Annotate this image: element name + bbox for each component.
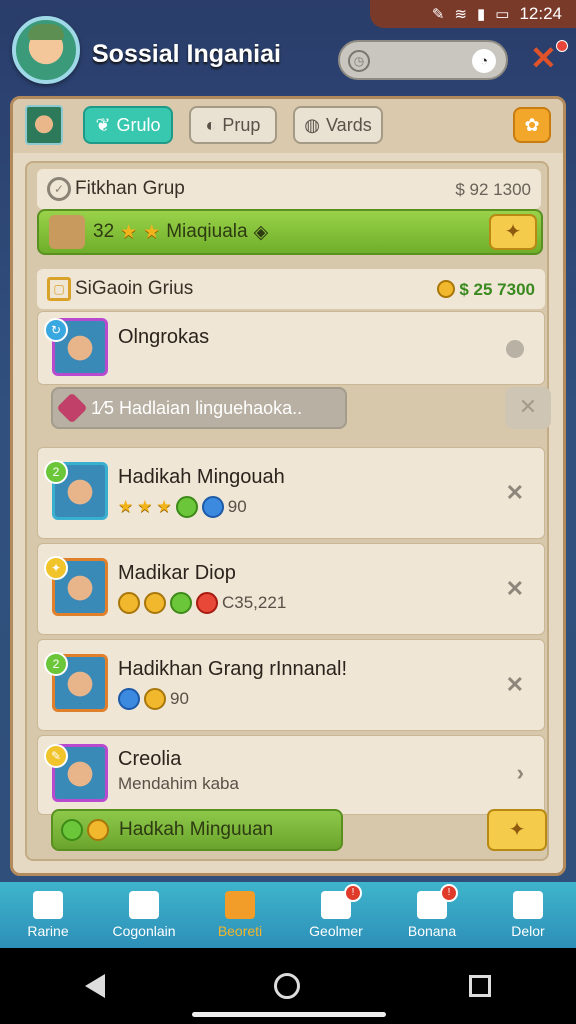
remove-icon[interactable]: ✕ — [506, 576, 524, 602]
tab-prup[interactable]: ◐ Prup — [189, 106, 277, 144]
section-header-fitkhan[interactable]: ✓ Fitkhan Grup $ 92 1300 — [37, 169, 541, 209]
user-avatar[interactable] — [25, 105, 63, 145]
globe-icon — [118, 688, 140, 710]
list-item[interactable]: ✎ Creolia Mendahim kaba › — [37, 735, 545, 815]
star-icon: ★ — [156, 497, 172, 516]
group-banner-miaqiuala[interactable]: 32 ★ ★ Miaqiuala ◈ ✦ — [37, 209, 543, 255]
dismiss-button[interactable]: ✕ — [505, 387, 551, 429]
home-icon — [33, 891, 63, 919]
nav-cogonlain[interactable]: Cogonlain — [96, 882, 192, 948]
nav-delor[interactable]: Delor — [480, 882, 576, 948]
coin-icon — [175, 496, 198, 518]
nav-beoreti[interactable]: Beoreti — [192, 882, 288, 948]
row-rewards: ★ ★ ★ 90 — [118, 496, 247, 518]
community-icon — [129, 891, 159, 919]
coin-icon — [118, 592, 140, 614]
star-action-button[interactable]: ✦ — [489, 214, 537, 250]
tab-vards[interactable]: ◍ Vards — [293, 106, 383, 144]
coin-icon — [170, 592, 192, 614]
remove-icon[interactable]: ✕ — [506, 480, 524, 506]
groups-panel: ❦ Grulo ◐ Prup ◍ Vards ✿ ✓ Fitkhan Grup … — [10, 96, 566, 876]
refresh-icon: ↻ — [44, 318, 68, 342]
row-rewards: C35,221 — [118, 592, 286, 614]
nav-geolmer[interactable]: ! Geolmer — [288, 882, 384, 948]
header: Sossial Inganiai ◷ ◔ ✕ — [10, 14, 568, 92]
gem-icon — [56, 392, 88, 424]
gesture-handle — [192, 1012, 386, 1017]
star-icon: ★ — [118, 497, 134, 516]
star-icon: ★ — [120, 221, 138, 243]
notice-bar[interactable]: 1⁄5 Hadlaian linguehaoka.. — [51, 387, 347, 429]
trophy-icon — [49, 215, 85, 249]
star-icon: ★ — [137, 497, 153, 516]
circle-icon: ◐ — [205, 114, 217, 135]
group-banner-hadkah[interactable]: Hadkah Minguuan — [51, 809, 343, 851]
notification-dot — [556, 40, 568, 52]
recents-icon[interactable] — [469, 975, 492, 997]
status-dot — [506, 340, 524, 358]
leaf-icon: ❦ — [95, 114, 111, 135]
list-item[interactable]: 2 Hadikhan Grang rInnanal! 90 ✕ — [37, 639, 545, 731]
coin-icon — [144, 688, 166, 710]
shop-icon — [225, 891, 255, 919]
shield-icon: ◍ — [304, 114, 321, 135]
coin-icon — [87, 819, 109, 841]
tab-grulo[interactable]: ❦ Grulo — [83, 106, 173, 144]
coin-icon — [144, 592, 166, 614]
menu-icon — [513, 891, 543, 919]
close-icon[interactable]: ✕ — [530, 42, 557, 74]
bottom-nav: Rarine Cogonlain Beoreti ! Geolmer ! Bon… — [0, 882, 576, 948]
join-button[interactable]: ✦ — [487, 809, 547, 851]
search-bar[interactable]: ◷ ◔ — [338, 40, 508, 80]
section-amount-green: $ 25 7300 — [436, 280, 535, 300]
row-rewards: 90 — [118, 688, 189, 710]
badge-icon: ✎ — [44, 744, 68, 768]
badge-icon: 2 — [44, 460, 68, 484]
bolt-icon — [196, 592, 218, 614]
clock-icon[interactable]: ◔ — [472, 49, 496, 73]
group-list-container: ✓ Fitkhan Grup $ 92 1300 32 ★ ★ Miaqiual… — [25, 161, 551, 861]
list-item[interactable]: 2 Hadikah Mingouah ★ ★ ★ 90 ✕ — [37, 447, 545, 539]
back-icon[interactable] — [84, 974, 105, 998]
coin-icon — [436, 280, 455, 298]
search-icon: ◷ — [348, 50, 370, 72]
home-button-icon[interactable] — [273, 973, 300, 999]
gift-button[interactable]: ✿ — [513, 107, 551, 143]
list-item[interactable]: ✦ Madikar Diop C35,221 ✕ — [37, 543, 545, 635]
check-icon: ✓ — [47, 177, 71, 201]
badge-icon: 2 — [44, 652, 68, 676]
section-header-sigaoin[interactable]: ▢ SiGaoin Grius $ 25 7300 — [37, 269, 545, 309]
remove-icon[interactable]: ✕ — [506, 672, 524, 698]
nav-bonana[interactable]: ! Bonana — [384, 882, 480, 948]
chevron-right-icon[interactable]: › — [517, 760, 524, 786]
badge-icon: ✦ — [44, 556, 68, 580]
notification-badge: ! — [440, 884, 458, 902]
nav-rarine[interactable]: Rarine — [0, 882, 96, 948]
star-icon: ★ — [143, 221, 161, 243]
section-amount: $ 92 1300 — [455, 180, 531, 199]
app-title: Sossial Inganiai — [92, 40, 281, 68]
globe-icon — [201, 496, 224, 518]
profile-avatar[interactable] — [12, 16, 80, 84]
tab-bar: ❦ Grulo ◐ Prup ◍ Vards ✿ — [13, 99, 563, 153]
folder-icon: ▢ — [47, 277, 71, 301]
refresh-icon — [61, 819, 83, 841]
list-item[interactable]: ↻ Olngrokas — [37, 311, 545, 385]
notification-badge: ! — [344, 884, 362, 902]
pin-icon: ◈ — [253, 221, 269, 243]
